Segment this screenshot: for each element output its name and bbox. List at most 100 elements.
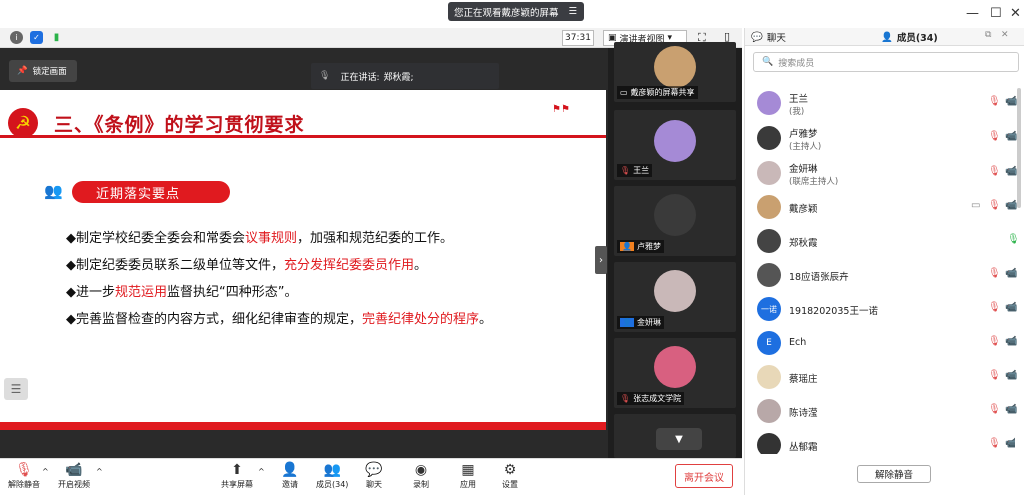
slide-bottom-bar	[0, 422, 606, 430]
speaker-name: 郑秋霞;	[383, 72, 414, 83]
video-off-icon: 📹	[1005, 200, 1018, 211]
minimize-button[interactable]: —	[966, 6, 979, 21]
start-video-button[interactable]: 📹 开启视频	[58, 461, 90, 490]
video-tile-label: 🎙 张志成文学院	[617, 392, 685, 405]
avatar	[654, 46, 696, 88]
party-emblem-icon: ☭	[8, 108, 38, 138]
member-row[interactable]: 陈诗滢 🎙 📹	[745, 396, 1018, 426]
member-row[interactable]: 王兰 (我) 🎙 📹	[745, 88, 1018, 118]
member-row[interactable]: 郑秋霞 🎙	[745, 226, 1020, 256]
mic-muted-icon: 🎙	[988, 438, 1001, 449]
screen-share-icon: ▭	[971, 200, 981, 211]
close-button[interactable]: ✕	[1010, 6, 1021, 21]
add-user-icon: 👤	[281, 462, 299, 478]
screen-share-banner-text: 您正在观看戴彦颖的屏幕	[454, 7, 559, 19]
video-off-icon: 📹	[1005, 131, 1018, 142]
record-button[interactable]: ◉ 录制	[411, 461, 431, 490]
leave-meeting-button[interactable]: 离开会议	[675, 464, 733, 488]
video-tile[interactable]: 🎙 王兰	[614, 110, 736, 180]
member-row[interactable]: E Ech 🎙 📹	[745, 328, 1018, 358]
video-off-icon: 📹	[1005, 404, 1018, 415]
scrollbar[interactable]	[1017, 88, 1021, 208]
menu-icon[interactable]: ☰	[569, 6, 578, 17]
avatar	[757, 433, 781, 454]
unmute-all-button[interactable]: 解除静音	[857, 465, 931, 483]
video-tile-label: 👤 卢雅梦	[617, 240, 664, 253]
members-icon: 👤	[881, 31, 893, 43]
video-tile[interactable]: 🎙 张志成文学院	[614, 338, 736, 408]
member-row[interactable]: 蔡瑶庄 🎙 📹	[745, 362, 1017, 392]
avatar	[757, 399, 781, 423]
mic-muted-icon: 🎙	[988, 302, 1001, 313]
screen-share-banner[interactable]: 您正在观看戴彦颖的屏幕 ☰	[448, 2, 584, 21]
member-row[interactable]: 卢雅梦 (主持人) 🎙 📹	[745, 123, 1018, 153]
member-row[interactable]: 一诺 1918202035王一诺 🎙 📹	[745, 294, 1017, 324]
slide-bullet: ◆进一步规范运用监督执纪“四种形态”。	[66, 285, 298, 300]
slide-title: 三、《条例》的学习贯彻要求	[54, 114, 305, 136]
chevron-up-icon[interactable]: ^	[96, 467, 103, 476]
member-row[interactable]: 戴彦颖 ▭ 🎙 📹	[745, 192, 1018, 222]
section-heading: 近期落实要点	[72, 181, 230, 203]
invite-button[interactable]: 👤 邀请	[280, 461, 300, 490]
video-off-icon: 📹	[1005, 268, 1018, 279]
settings-button[interactable]: ⚙ 设置	[500, 461, 520, 490]
tab-members[interactable]: 👤 成员(34)	[881, 30, 938, 45]
mic-muted-icon: 🎙	[988, 336, 1001, 347]
shield-icon[interactable]: ✓	[30, 31, 43, 44]
mic-muted-icon: 🎙	[988, 268, 1001, 279]
info-icon[interactable]: i	[10, 31, 23, 44]
list-icon[interactable]: ☰	[4, 378, 28, 400]
chevron-up-icon[interactable]: ^	[258, 467, 265, 476]
apps-icon: ▦	[461, 462, 475, 478]
slide-title-bar: ☭ 三、《条例》的学习贯彻要求 ⚑⚑	[0, 98, 606, 138]
share-screen-icon: ⬆	[231, 462, 243, 478]
chat-icon: 💬	[751, 31, 763, 43]
video-tile[interactable]: 👤 卢雅梦	[614, 186, 736, 256]
video-off-icon: 📹	[1005, 96, 1018, 107]
avatar	[757, 263, 781, 287]
maximize-button[interactable]: ☐	[990, 6, 1002, 21]
presentation-slide: ☭ 三、《条例》的学习贯彻要求 ⚑⚑ 👥 近期落实要点 ◆制定学校纪委全委会和常…	[0, 90, 606, 422]
avatar	[757, 91, 781, 115]
cohost-icon: 👤	[620, 318, 634, 327]
popout-icon[interactable]: ⧉	[985, 30, 991, 40]
members-button[interactable]: 👥 成员(34)	[316, 461, 348, 490]
title-bar: 您正在观看戴彦颖的屏幕 ☰ — ☐ ✕	[0, 0, 1024, 28]
video-tile[interactable]: ▭ 戴彦颖的屏幕共享	[614, 42, 736, 102]
chevron-up-icon[interactable]: ^	[42, 467, 49, 476]
video-off-icon: 📹	[1005, 166, 1018, 177]
mic-muted-icon: 🎙	[620, 166, 631, 175]
member-row[interactable]: 金妍琳 (联席主持人) 🎙 📹	[745, 158, 1018, 188]
video-off-icon: 📹	[1005, 336, 1018, 347]
avatar: 一诺	[757, 297, 781, 321]
microphone-icon: 🎙	[319, 71, 331, 81]
avatar	[757, 195, 781, 219]
active-speaker-banner: 🎙 正在讲话: 郑秋霞;	[311, 63, 499, 89]
apps-button[interactable]: ▦ 应用	[458, 461, 478, 490]
unmute-button[interactable]: 🎙 解除静音	[8, 461, 40, 490]
mic-muted-icon: 🎙	[988, 131, 1001, 142]
video-tile[interactable]: 👤 金妍琳	[614, 262, 736, 332]
meeting-controls: 🎙 解除静音 ^ 📹 开启视频 ^ ⬆ 共享屏幕 ^ 👤 邀请 👥 成员(34) 💬 聊天 …	[0, 458, 742, 495]
avatar	[654, 194, 696, 236]
search-members-input[interactable]: 🔍 搜索成员	[753, 52, 1019, 72]
collapse-strip-button[interactable]: ›	[595, 246, 607, 274]
member-row[interactable]: 18应语张辰卉 🎙 📹	[745, 260, 1018, 290]
scroll-down-button[interactable]: ▼	[656, 428, 702, 450]
mic-muted-icon: 🎙	[988, 370, 1001, 381]
close-panel-icon[interactable]: ✕	[1001, 30, 1009, 40]
mic-muted-icon: 🎙	[988, 96, 1001, 107]
member-row[interactable]: 丛郁霜 🎙 📹	[745, 430, 1015, 454]
lock-view-label: 锁定画面	[32, 67, 67, 77]
lock-view-button[interactable]: 📌 锁定画面	[9, 60, 77, 82]
tab-chat[interactable]: 💬 聊天	[751, 30, 786, 45]
chat-button[interactable]: 💬 聊天	[364, 461, 384, 490]
chevron-down-icon: ▼	[675, 433, 683, 445]
avatar	[757, 365, 781, 389]
people-icon: 👥	[44, 182, 63, 200]
avatar: E	[757, 331, 781, 355]
share-screen-button[interactable]: ⬆ 共享屏幕	[221, 461, 253, 490]
right-panel: 💬 聊天 👤 成员(34) ⧉ ✕ 🔍 搜索成员 王兰 (我) 🎙 📹 卢雅梦 (主持…	[744, 28, 1024, 495]
avatar	[757, 229, 781, 253]
signal-icon[interactable]: ▮	[50, 31, 63, 44]
